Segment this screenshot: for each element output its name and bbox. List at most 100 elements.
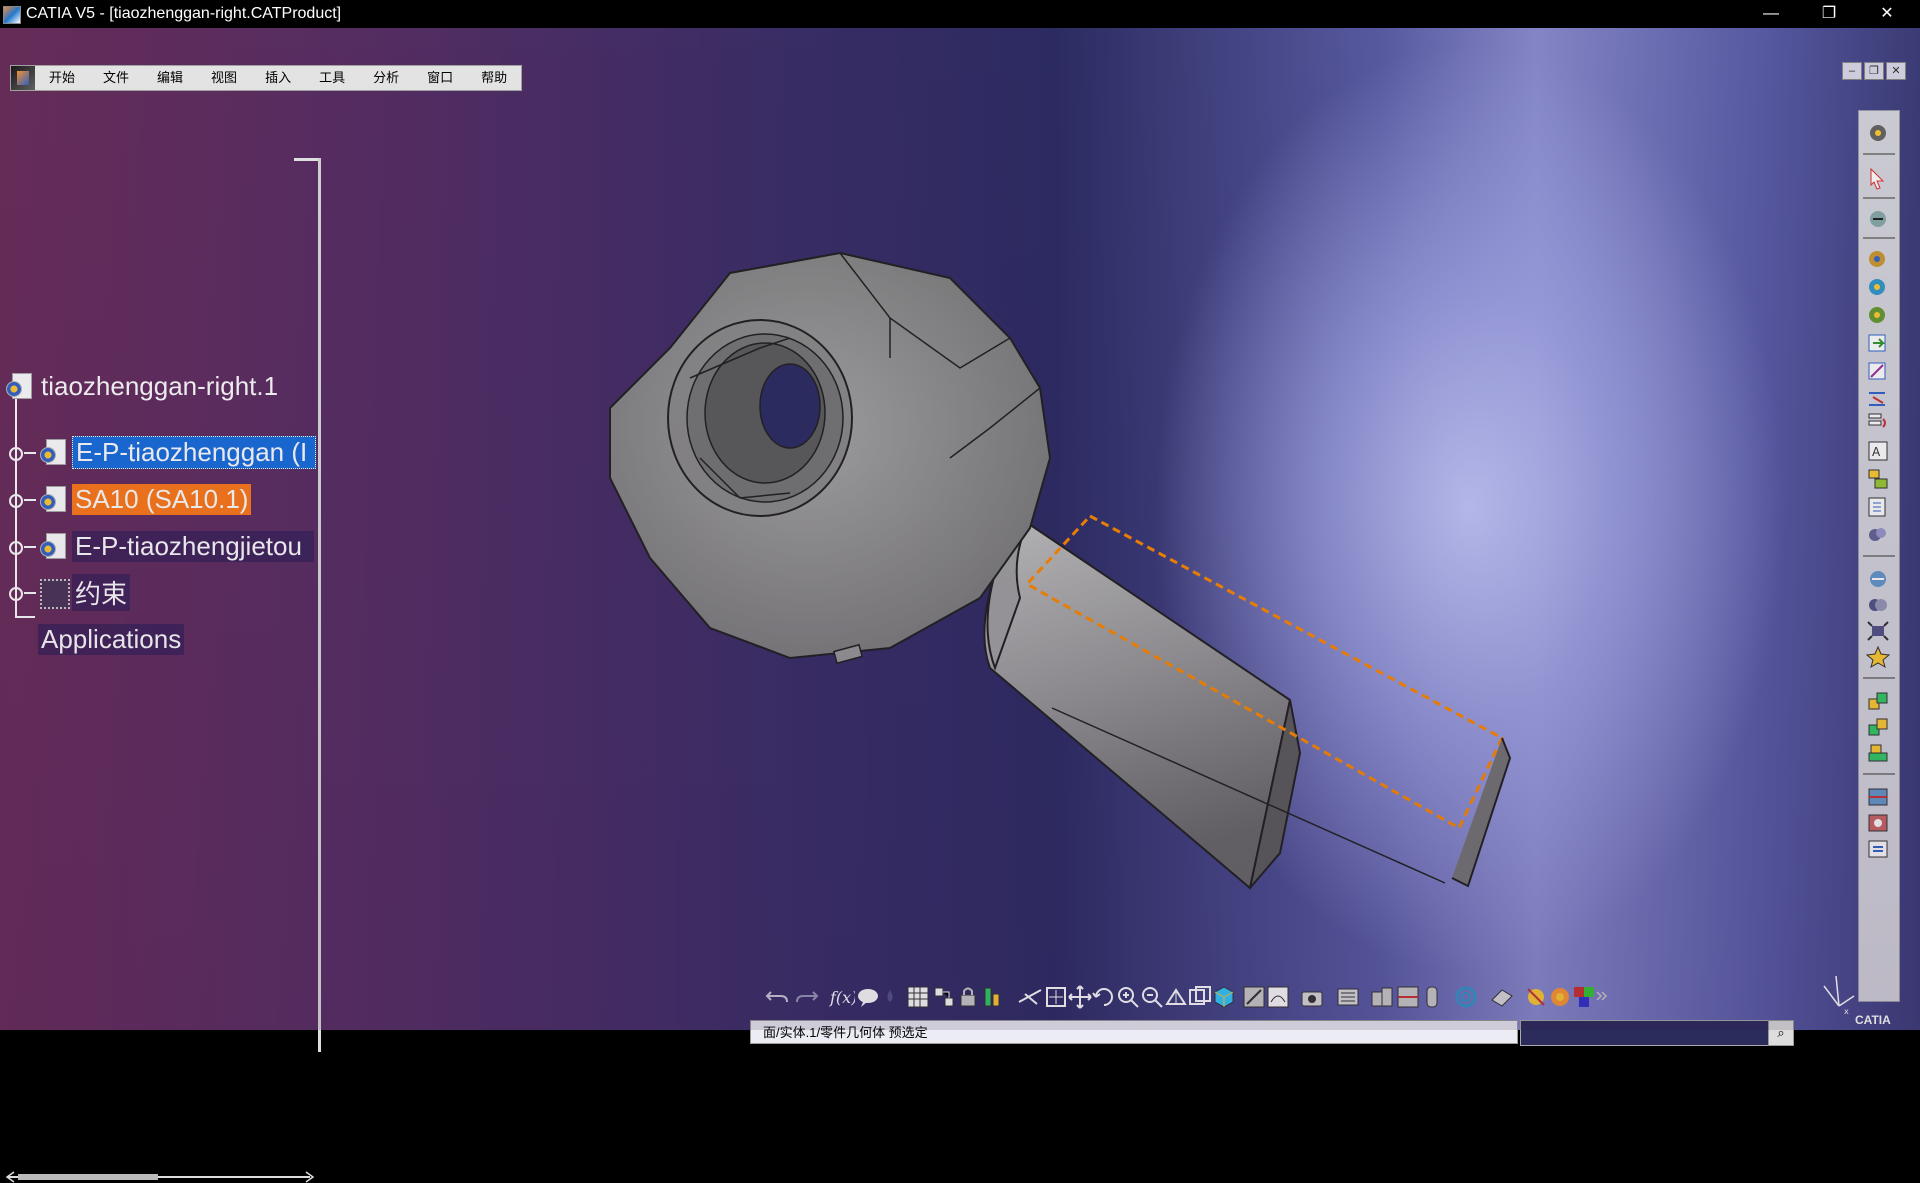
offset-constraint-icon[interactable] — [1865, 741, 1891, 765]
multi-instantiation-icon[interactable] — [1865, 523, 1891, 547]
toolbar-separator — [1863, 197, 1895, 199]
shading-icon[interactable] — [1241, 984, 1267, 1010]
tree-node-applications[interactable]: Applications — [34, 621, 185, 657]
toolbar-separator — [1863, 555, 1895, 557]
undo-icon[interactable] — [765, 984, 791, 1010]
new-part-icon[interactable] — [1865, 303, 1891, 327]
manipulation-icon[interactable] — [1865, 567, 1891, 591]
menu-window[interactable]: 窗口 — [413, 66, 467, 90]
tree-branch-line — [15, 616, 35, 618]
snap-icon[interactable] — [1865, 593, 1891, 617]
measure-icon[interactable] — [979, 984, 1005, 1010]
expand-toggle[interactable] — [9, 541, 23, 555]
normal-view-icon[interactable] — [1163, 984, 1189, 1010]
scenes-icon[interactable] — [931, 984, 957, 1010]
lock-icon[interactable] — [955, 984, 981, 1010]
catia-app-icon[interactable] — [3, 6, 21, 24]
fly-mode-icon[interactable] — [1017, 984, 1043, 1010]
menu-insert[interactable]: 插入 — [251, 66, 305, 90]
tree-node-constraints[interactable]: 约束 — [38, 573, 131, 611]
explode-icon[interactable] — [1865, 619, 1891, 643]
stop-manipulate-on-clash-icon[interactable] — [1865, 645, 1891, 669]
menu-view[interactable]: 视图 — [197, 66, 251, 90]
command-search-button[interactable]: ⌕ — [1768, 1020, 1794, 1046]
pan-icon[interactable] — [1067, 984, 1093, 1010]
formula-icon[interactable]: f(x) — [829, 984, 855, 1010]
new-component-icon[interactable] — [1865, 247, 1891, 271]
menu-start[interactable]: 开始 — [35, 66, 89, 90]
menu-edit[interactable]: 编辑 — [143, 66, 197, 90]
select-arrow-icon[interactable] — [1865, 167, 1891, 191]
update-icon[interactable] — [1865, 207, 1891, 231]
pocket-icon[interactable] — [1865, 837, 1891, 861]
tree-node-label: 约束 — [72, 573, 131, 611]
capture-camera-icon[interactable] — [1299, 984, 1325, 1010]
command-input[interactable] — [1520, 1020, 1770, 1046]
tree-branch-line — [24, 452, 36, 454]
sectioning-icon[interactable] — [1395, 984, 1421, 1010]
fit-all-icon[interactable] — [1043, 984, 1069, 1010]
hide-show-icon[interactable] — [1265, 984, 1291, 1010]
product-icon — [38, 531, 68, 561]
3d-viewport[interactable]: 开始 文件 编辑 视图 插入 工具 分析 窗口 帮助 – ❐ ✕ tiaozhe… — [0, 28, 1920, 1183]
distance-band-icon[interactable] — [1419, 984, 1445, 1010]
zoom-in-icon[interactable] — [1115, 984, 1141, 1010]
tree-node-tiaozhenggan[interactable]: E-P-tiaozhenggan (I — [38, 434, 316, 470]
hole-icon[interactable] — [1865, 811, 1891, 835]
contact-constraint-icon[interactable] — [1865, 715, 1891, 739]
mdi-close-button[interactable]: ✕ — [1886, 62, 1906, 80]
replace-component-icon[interactable] — [1865, 387, 1891, 411]
close-button[interactable]: ✕ — [1858, 0, 1916, 28]
rotate-icon[interactable] — [1091, 984, 1117, 1010]
existing-component-icon[interactable] — [1865, 331, 1891, 355]
restore-button[interactable]: ❐ — [1800, 0, 1858, 28]
coincidence-constraint-icon[interactable] — [1865, 689, 1891, 713]
tree-horizontal-scrollbar[interactable] — [4, 1171, 316, 1183]
menu-analysis[interactable]: 分析 — [359, 66, 413, 90]
clash-icon[interactable] — [1369, 984, 1395, 1010]
split-icon[interactable] — [1865, 785, 1891, 809]
more-tools-chevron-icon[interactable] — [1595, 984, 1609, 1010]
zoom-out-icon[interactable] — [1139, 984, 1165, 1010]
new-product-icon[interactable] — [1865, 275, 1891, 299]
generate-numbering-icon[interactable]: A — [1865, 439, 1891, 463]
tree-frame-edge — [318, 158, 321, 1052]
catalog-browser-icon[interactable] — [905, 984, 931, 1010]
tree-node-root[interactable]: tiaozhenggan-right.1 — [4, 368, 281, 404]
compass-axis-icon[interactable]: x — [1814, 966, 1864, 1016]
catia-logo: CATIA — [1855, 1013, 1915, 1053]
tree-frame — [294, 158, 320, 161]
menu-bar: 开始 文件 编辑 视图 插入 工具 分析 窗口 帮助 — [10, 65, 523, 91]
status-bar: 面/实体.1/零件几何体 预选定 — [750, 1020, 1518, 1044]
isometric-view-icon[interactable] — [1211, 984, 1237, 1010]
apply-material-icon[interactable] — [1335, 984, 1361, 1010]
redo-icon[interactable] — [793, 984, 819, 1010]
expand-toggle[interactable] — [9, 587, 23, 601]
multi-view-icon[interactable] — [1187, 984, 1213, 1010]
menu-tools[interactable]: 工具 — [305, 66, 359, 90]
catia-menu-logo-icon[interactable] — [11, 66, 35, 90]
expand-toggle[interactable] — [9, 494, 23, 508]
manage-representations-icon[interactable] — [1865, 495, 1891, 519]
existing-positioning-icon[interactable] — [1865, 359, 1891, 383]
graph-tree-reordering-icon[interactable] — [1865, 411, 1891, 435]
catalog-icon[interactable] — [1489, 984, 1515, 1010]
mdi-minimize-button[interactable]: – — [1842, 62, 1862, 80]
menu-help[interactable]: 帮助 — [467, 66, 521, 90]
environment-icon[interactable] — [1547, 984, 1573, 1010]
rod-end-part-model[interactable] — [590, 228, 1540, 908]
expand-toggle[interactable] — [9, 447, 23, 461]
apply-color-icon[interactable] — [1571, 984, 1597, 1010]
workbench-icon[interactable] — [1865, 121, 1891, 145]
selective-load-icon[interactable] — [1865, 467, 1891, 491]
svg-text:f(x): f(x) — [829, 988, 855, 1007]
menu-file[interactable]: 文件 — [89, 66, 143, 90]
swept-volume-icon[interactable] — [1453, 984, 1479, 1010]
drop-icon[interactable] — [877, 984, 903, 1010]
render-icon[interactable] — [1523, 984, 1549, 1010]
tree-node-tiaozhengjietou[interactable]: E-P-tiaozhengjietou — [38, 528, 314, 564]
tree-node-sa10[interactable]: SA10 (SA10.1) — [38, 481, 252, 517]
minimize-button[interactable]: — — [1742, 0, 1800, 28]
search-icon: ⌕ — [1777, 1025, 1785, 1040]
mdi-restore-button[interactable]: ❐ — [1864, 62, 1884, 80]
